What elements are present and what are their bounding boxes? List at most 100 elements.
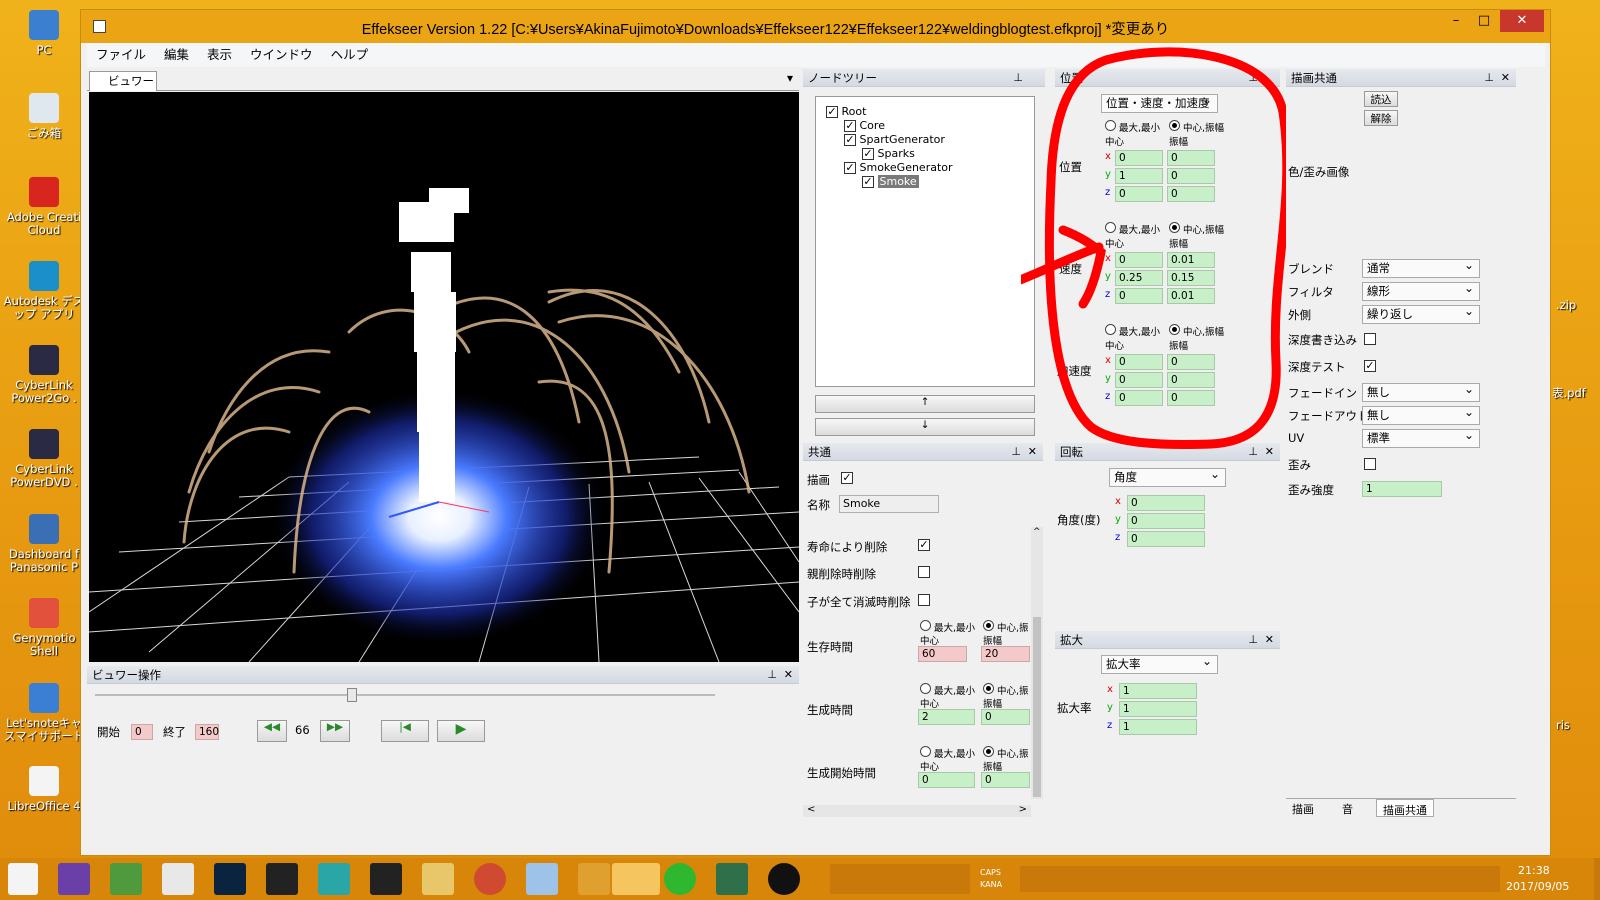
tree-node-root[interactable]: ✓ Root <box>826 105 866 118</box>
pin-icon[interactable]: ⊥ <box>1011 443 1021 461</box>
close-icon[interactable]: ✕ <box>1265 631 1274 649</box>
option-delete-by-life-checkbox[interactable]: ✓ <box>918 539 930 551</box>
checker-icon[interactable] <box>266 863 298 895</box>
rotation-z-field[interactable]: 0 <box>1127 531 1205 547</box>
tab-sound[interactable]: 音 <box>1342 801 1353 817</box>
desktop-icon-recycle-bin[interactable]: ごみ箱 <box>0 93 88 140</box>
minimize-button[interactable]: – <box>1442 10 1470 32</box>
desktop-icon-pc[interactable]: PC <box>0 10 88 57</box>
menu-window[interactable]: ウインドウ <box>241 43 322 67</box>
filter-select[interactable]: 線形 <box>1362 280 1480 301</box>
draw-checkbox[interactable]: ✓ <box>841 472 853 484</box>
scroll-up-icon[interactable]: ^ <box>1033 527 1041 537</box>
uv-select[interactable]: 標準 <box>1362 427 1480 448</box>
distortion-strength-field[interactable]: 1 <box>1362 481 1442 497</box>
node-checkbox[interactable]: ✓ <box>826 106 838 118</box>
desktop-icon-letsnote[interactable]: Let'snoteキャ スマイサポート <box>0 683 88 743</box>
end-field[interactable]: 160 <box>195 724 219 740</box>
close-icon[interactable]: ✕ <box>784 666 793 684</box>
menu-edit[interactable]: 編集 <box>155 43 198 67</box>
rotation-mode-select[interactable]: 角度 <box>1109 466 1226 487</box>
name-field[interactable]: Smoke <box>839 495 939 513</box>
app-circle-icon[interactable] <box>612 863 660 895</box>
recorder-icon[interactable] <box>768 863 800 895</box>
photoshop-icon[interactable] <box>214 863 246 895</box>
scale-mode-select[interactable]: 拡大率 <box>1101 653 1218 674</box>
menu-view[interactable]: 表示 <box>198 43 241 67</box>
option-delete-with-parent-checkbox[interactable] <box>918 566 930 578</box>
life-centeramp-radio[interactable] <box>983 620 994 631</box>
gen-centeramp-radio[interactable] <box>983 683 994 694</box>
scroll-left-icon[interactable]: < <box>807 804 815 815</box>
node-checkbox[interactable]: ✓ <box>844 134 856 146</box>
ztest-checkbox[interactable]: ✓ <box>1364 360 1376 372</box>
visual-studio-icon[interactable] <box>58 863 90 895</box>
gen-amp-field[interactable]: 0 <box>981 709 1030 725</box>
blend-select[interactable]: 通常 <box>1362 257 1480 278</box>
app-r-icon[interactable] <box>578 863 610 895</box>
clock-time[interactable]: 21:38 <box>1518 864 1550 877</box>
menu-file[interactable]: ファイル <box>87 43 155 67</box>
option-delete-when-children-checkbox[interactable] <box>918 594 930 606</box>
desktop-icon-dashboard[interactable]: Dashboard f Panasonic P <box>0 514 88 574</box>
rewind-button[interactable]: ◀◀ <box>257 720 287 742</box>
timeline-track[interactable] <box>95 694 715 696</box>
node-checkbox[interactable]: ✓ <box>862 176 874 188</box>
fadeout-select[interactable]: 無し <box>1362 404 1480 425</box>
release-button[interactable]: 解除 <box>1364 110 1398 126</box>
explorer-icon[interactable] <box>422 863 454 895</box>
node-checkbox[interactable]: ✓ <box>862 148 874 160</box>
life-amp-field[interactable]: 20 <box>981 646 1030 662</box>
scroll-thumb[interactable] <box>1033 617 1041 797</box>
menu-help[interactable]: ヘルプ <box>322 43 378 67</box>
app-green-icon[interactable] <box>110 863 142 895</box>
desktop-icon-genymotion[interactable]: Genymotio Shell <box>0 598 88 658</box>
start-centeramp-radio[interactable] <box>983 746 994 757</box>
start-amp-field[interactable]: 0 <box>981 772 1030 788</box>
pin-icon[interactable]: ⊥ <box>767 666 777 684</box>
play-button[interactable]: ▶ <box>437 720 485 742</box>
tree-node-sparks[interactable]: ✓ Sparks <box>862 147 915 160</box>
scale-z-field[interactable]: 1 <box>1119 719 1197 735</box>
first-frame-button[interactable]: |◀ <box>381 720 429 742</box>
tree-node-spartgenerator[interactable]: ✓ SpartGenerator <box>844 133 945 146</box>
common-vscrollbar[interactable]: ^ <box>1031 527 1043 799</box>
tree-node-core[interactable]: ✓ Core <box>844 119 885 132</box>
tree-node-smokegenerator[interactable]: ✓ SmokeGenerator <box>844 161 953 174</box>
gen-minmax-radio[interactable] <box>920 683 931 694</box>
windows-start-icon[interactable] <box>8 863 38 895</box>
start-minmax-radio[interactable] <box>920 746 931 757</box>
title-bar[interactable]: Effekseer Version 1.22 [C:¥Users¥AkinaFu… <box>81 10 1550 43</box>
distortion-checkbox[interactable] <box>1364 458 1376 470</box>
start-center-field[interactable]: 0 <box>918 772 975 788</box>
desktop-file-other[interactable]: ris <box>1556 718 1570 732</box>
line-icon[interactable] <box>664 863 696 895</box>
node-checkbox[interactable]: ✓ <box>844 120 856 132</box>
app-color-icon[interactable] <box>162 863 194 895</box>
tab-viewer[interactable]: ビュワー <box>89 71 157 91</box>
move-down-button[interactable]: ↓ <box>815 418 1035 436</box>
film-icon[interactable] <box>370 863 402 895</box>
desktop-icon-autodesk[interactable]: Autodesk デス ップ アプリ <box>0 261 88 321</box>
node-checkbox[interactable]: ✓ <box>844 162 856 174</box>
close-icon[interactable]: ✕ <box>1501 69 1510 87</box>
desktop-icon-power2go[interactable]: CyberLink Power2Go . <box>0 345 88 405</box>
forward-button[interactable]: ▶▶ <box>320 720 350 742</box>
system-tray-icons[interactable] <box>1020 866 1500 892</box>
chrome-icon[interactable] <box>474 863 506 895</box>
desktop-icon-libreoffice[interactable]: LibreOffice 4 <box>0 766 88 813</box>
clock-date[interactable]: 2017/09/05 <box>1506 880 1569 893</box>
app-paper-icon[interactable] <box>526 863 558 895</box>
scale-x-field[interactable]: 1 <box>1119 683 1197 699</box>
desktop-file-zip[interactable]: .zip <box>1556 298 1576 312</box>
tab-draw[interactable]: 描画 <box>1292 801 1314 817</box>
maya-icon[interactable] <box>318 863 350 895</box>
scale-y-field[interactable]: 1 <box>1119 701 1197 717</box>
viewer-dropdown-icon[interactable]: ▾ <box>787 71 793 85</box>
rotation-y-field[interactable]: 0 <box>1127 513 1205 529</box>
common-hscrollbar[interactable]: < > <box>803 804 1031 817</box>
desktop-file-pdf[interactable]: 表.pdf <box>1552 385 1586 401</box>
zwrite-checkbox[interactable] <box>1364 333 1376 345</box>
app-window-icon[interactable] <box>716 863 748 895</box>
life-center-field[interactable]: 60 <box>918 646 967 662</box>
